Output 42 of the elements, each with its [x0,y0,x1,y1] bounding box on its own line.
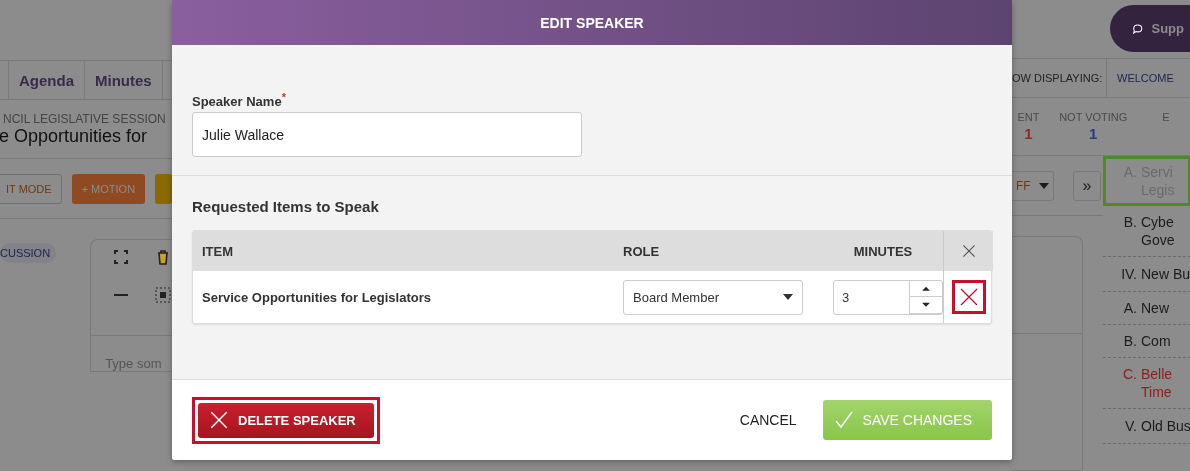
status-chip: CUSSION [0,243,57,263]
vote-label: ENT [1017,111,1040,123]
fullscreen-icon[interactable] [113,249,130,265]
now-displaying-value[interactable]: WELCOME [1106,59,1190,97]
speaker-name-label: Speaker Name$^{*}$ [192,91,287,110]
role-select[interactable]: Board Member [623,279,803,315]
vote-label: E [1162,111,1170,123]
minutes-field[interactable]: 3 [833,279,943,315]
column-header: ROLE [623,231,823,272]
vote-count: 1 [1024,125,1033,142]
agenda-item[interactable]: A. New [1103,292,1190,325]
caret-icon [1038,182,1049,189]
dialog-title: EDIT SPEAKER [172,0,1012,45]
agenda-item[interactable]: B. Cybe Gove [1103,206,1190,257]
remove-item-button[interactable] [951,280,986,315]
caret-icon [783,294,793,301]
column-header: ITEM [193,231,623,272]
support-button[interactable]: Supp [1110,5,1190,52]
now-displaying-label: OW DISPLAYING: [1012,72,1104,84]
expand-button[interactable]: » [1073,170,1101,201]
close-icon [958,287,979,308]
item-title: e Opportunities for [0,125,149,147]
edit-mode-button[interactable]: IT MODE [0,173,62,204]
required-mark: * [281,91,286,103]
agenda-section[interactable]: IV. New Bu [1103,257,1190,292]
vote-count: 1 [1089,125,1098,142]
agenda-item[interactable]: B. Com [1103,325,1190,358]
vote-label: NOT VOTING [1059,111,1128,123]
cancel-button[interactable]: CANCEL [733,411,803,429]
speaker-name-field[interactable]: Julie Wallace [192,112,582,158]
section-title: Requested Items to Speak [192,198,380,216]
column-header: MINUTES [823,231,943,272]
close-icon [960,243,977,260]
nav-tab[interactable]: Agenda [9,61,85,99]
close-icon [208,409,230,431]
nav-tab[interactable]: Minutes [85,61,163,99]
item-name: Service Opportunities for Legislators [202,289,431,305]
delete-speaker-button[interactable]: DELETE SPEAKER [198,402,374,438]
agenda-item[interactable]: C. Belle Time [1103,358,1190,409]
agenda-section[interactable]: V. Old Bus [1103,409,1190,444]
select-all-icon[interactable] [155,287,172,303]
meeting-type: NCIL LEGISLATIVE SESSION [3,111,167,126]
